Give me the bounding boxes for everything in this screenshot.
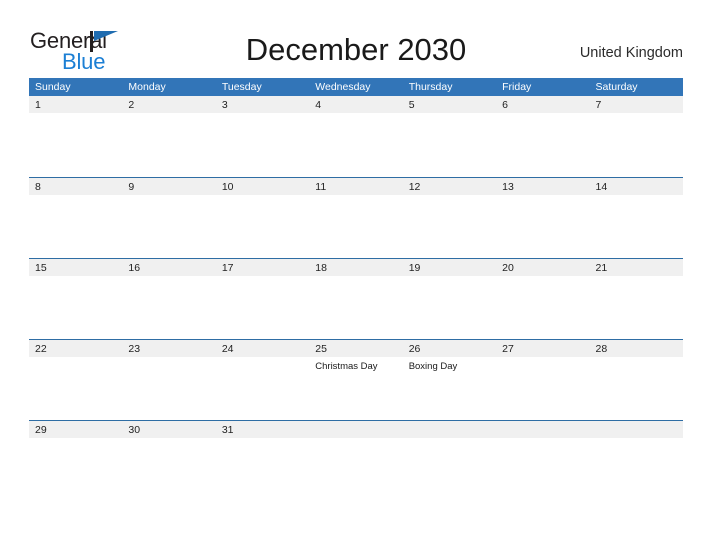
day-number: 1: [35, 99, 41, 111]
weekday-header-sunday: Sunday: [35, 81, 71, 93]
weekday-header-saturday: Saturday: [595, 81, 638, 93]
day-number: 10: [221, 181, 234, 193]
calendar-day-cell-4[interactable]: 4: [309, 96, 403, 177]
calendar-day-cell-3[interactable]: 3: [215, 96, 310, 177]
calendar-day-cell-2[interactable]: 2: [122, 96, 216, 177]
calendar-day-cell-8[interactable]: 8: [29, 178, 123, 258]
day-number: 3: [221, 99, 228, 111]
day-number: 21: [595, 262, 608, 274]
calendar-day-cell-11[interactable]: 11: [309, 178, 403, 258]
calendar-day-cell-26[interactable]: 26 Boxing Day: [402, 340, 497, 420]
day-number: 2: [128, 99, 135, 111]
day-number: 5: [408, 99, 415, 111]
calendar-day-cell-9[interactable]: 9: [122, 178, 216, 258]
calendar-day-cell-19[interactable]: 19: [402, 259, 497, 339]
day-number: 6: [502, 99, 508, 111]
calendar-day-cell-empty: [589, 421, 683, 501]
day-number: 11: [315, 181, 327, 193]
day-number: 18: [315, 262, 327, 274]
holiday-label: Christmas Day: [315, 361, 378, 372]
calendar-week-row: 15 16 17 18 19 20 21: [29, 258, 683, 339]
calendar-day-cell-15[interactable]: 15: [29, 259, 123, 339]
calendar-day-cell-25[interactable]: 25 Christmas Day: [309, 340, 403, 420]
calendar-day-cell-20[interactable]: 20: [496, 259, 590, 339]
calendar-day-cell-12[interactable]: 12: [402, 178, 497, 258]
weekday-header-friday: Friday: [502, 81, 532, 93]
page-header: General Blue December 2030 United Kingdo…: [0, 0, 712, 78]
day-number: 9: [128, 181, 135, 193]
day-number: 26: [408, 343, 421, 355]
day-number: 17: [221, 262, 234, 274]
day-number: 27: [502, 343, 514, 355]
calendar-day-cell-14[interactable]: 14: [589, 178, 683, 258]
calendar-day-cell-1[interactable]: 1: [29, 96, 123, 177]
country-label: United Kingdom: [579, 45, 683, 61]
calendar-day-cell-empty: [496, 421, 590, 501]
calendar-day-cell-30[interactable]: 30: [122, 421, 216, 501]
day-number: 13: [502, 181, 514, 193]
calendar-week-row: 22 23 24 25 Christmas Day 26 Boxing Day 27 28: [29, 339, 683, 420]
weekday-header-row: Sunday Monday Tuesday Wednesday Thursday Frid…: [29, 78, 683, 96]
calendar-day-cell-16[interactable]: 16: [122, 259, 216, 339]
calendar-day-cell-5[interactable]: 5: [402, 96, 497, 177]
calendar-week-row: 1 2 3 4 5 6 7: [29, 96, 683, 177]
day-number: 8: [35, 181, 41, 193]
weekday-header-monday: Monday: [128, 81, 166, 93]
calendar-day-cell-18[interactable]: 18: [309, 259, 403, 339]
day-number: 12: [408, 181, 421, 193]
day-number: 23: [128, 343, 141, 355]
calendar-day-cell-empty: [402, 421, 497, 501]
calendar-day-cell-7[interactable]: 7: [589, 96, 683, 177]
weekday-header-tuesday: Tuesday: [221, 81, 262, 93]
day-number: 30: [128, 424, 141, 436]
day-events: Boxing Day: [409, 360, 493, 373]
calendar-week-row: 8 9 10 11 12 13 14: [29, 177, 683, 258]
day-number: 24: [221, 343, 234, 355]
day-number: 22: [35, 343, 47, 355]
calendar-day-cell-29[interactable]: 29: [29, 421, 123, 501]
calendar-day-cell-13[interactable]: 13: [496, 178, 590, 258]
day-number: 25: [315, 343, 327, 355]
calendar-day-cell-6[interactable]: 6: [496, 96, 590, 177]
calendar-day-cell-empty: [309, 421, 403, 501]
day-events: Christmas Day: [315, 360, 399, 373]
calendar-day-cell-23[interactable]: 23: [122, 340, 216, 420]
calendar-day-cell-17[interactable]: 17: [215, 259, 310, 339]
day-number: 31: [221, 424, 234, 436]
calendar-week-row: 29 30 31: [29, 420, 683, 501]
calendar-grid: Sunday Monday Tuesday Wednesday Thursday Frid…: [29, 78, 683, 501]
holiday-label: Boxing Day: [408, 361, 458, 372]
day-number: 19: [408, 262, 421, 274]
calendar-day-cell-24[interactable]: 24: [215, 340, 310, 420]
calendar-day-cell-10[interactable]: 10: [215, 178, 310, 258]
weekday-header-thursday: Thursday: [408, 81, 453, 93]
day-number: 4: [315, 99, 322, 111]
day-number: 20: [502, 262, 514, 274]
day-number: 29: [35, 424, 47, 436]
day-number: 14: [595, 181, 608, 193]
calendar-day-cell-28[interactable]: 28: [589, 340, 683, 420]
day-number: 28: [595, 343, 608, 355]
calendar-day-cell-31[interactable]: 31: [215, 421, 310, 501]
day-number: 7: [595, 99, 602, 111]
calendar-day-cell-22[interactable]: 22: [29, 340, 123, 420]
weekday-header-wednesday: Wednesday: [315, 81, 371, 93]
calendar-weeks: 1 2 3 4 5 6 7 8 9 10 11 12 13 14 15 16 17 18 19 20 21 22 23 24 2…: [29, 96, 683, 501]
day-number: 15: [35, 262, 47, 274]
calendar-day-cell-21[interactable]: 21: [589, 259, 683, 339]
day-number: 16: [128, 262, 141, 274]
calendar-day-cell-27[interactable]: 27: [496, 340, 590, 420]
